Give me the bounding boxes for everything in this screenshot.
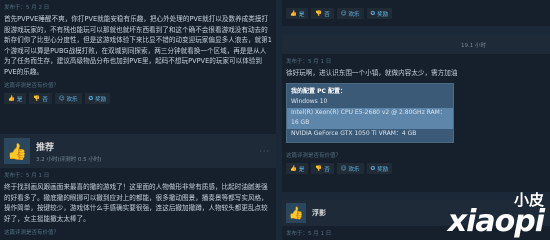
review-text: 徐好玩啊，进认识东围一个小镇，就做内容太少，需方加油 [286, 69, 458, 77]
specs-os: Windows 10 [291, 98, 328, 105]
thumbs-down-icon: 👎 [33, 95, 41, 102]
thumbs-up-icon: 👍 [286, 203, 306, 223]
review-card-2: 👍 推荐 3.2 小时(评测时 0.5 小时) ··· 发布于：5 月 1 日 … [0, 134, 276, 240]
review-header: 19.1 小时 [282, 34, 550, 54]
playtime: 19.1 小时 [461, 43, 486, 49]
thumbs-up-icon: 👍 [290, 165, 297, 172]
vote-no-button[interactable]: 👎 否 [29, 93, 52, 104]
posted-date: 发布于：5 月 1 日 [286, 59, 332, 65]
vote-no-button[interactable]: 👎 否 [311, 8, 334, 19]
vote-row: 👍 是 👎 否 ☺ 欢乐 ✪ 奖励 [0, 91, 276, 106]
helpful-question: 这篇评测是否有价值？ [4, 83, 60, 89]
review-card-top: 👍 是 👎 否 ☺ 欢乐 ✪ 奖励 [282, 0, 550, 26]
smile-icon: ☺ [340, 165, 347, 172]
vote-row: 👍 是 👎 否 ☺ 欢乐 ✪ 奖励 [282, 0, 550, 21]
posted-date: 发布于：5 月 2 日 [4, 5, 50, 11]
right-review-column: 👍 是 👎 否 ☺ 欢乐 ✪ 奖励 19.1 小时 发布于：5 月 1 日 徐好玩啊，进… [282, 0, 550, 240]
specs-gpu: NVIDIA GeForce GTX 1050 Ti VRAM：4 GB [291, 129, 417, 137]
helpful-question: 这篇评测是否有价值？ [4, 230, 60, 236]
left-review-column: 发布于：5 月 2 日 首先PVPVE睡醒不爽，你打PVE就能安稳有乐趣，把心外… [0, 0, 276, 240]
review-header: 👍 推荐 3.2 小时(评测时 0.5 小时) ··· [0, 134, 276, 168]
vote-row: 👍 是 👎 否 ☺ 欢乐 ✪ 奖励 [282, 161, 550, 176]
award-icon: ✪ [88, 95, 94, 102]
review-text: 终于找到画风跟画面来最喜的撤的游戏了！这里面的人物做形非常有质感，比起时油腻差强… [4, 183, 268, 223]
reviewer-name[interactable]: 浮影 [312, 208, 326, 218]
vote-no-button[interactable]: 👎 否 [311, 163, 334, 174]
vote-funny-button[interactable]: ☺ 欢乐 [336, 163, 364, 174]
vote-yes-button[interactable]: 👍 是 [286, 8, 309, 19]
vote-yes-button[interactable]: 👍 是 [286, 163, 309, 174]
award-icon: ✪ [370, 10, 376, 17]
thumbs-down-icon: 👎 [315, 10, 323, 17]
award-button[interactable]: ✪ 奖励 [84, 93, 111, 104]
xiaopi-watermark: 小皮 xiaopi [447, 192, 545, 239]
vote-funny-button[interactable]: ☺ 欢乐 [54, 93, 82, 104]
thumbs-up-icon: 👍 [4, 138, 30, 164]
review-card-1: 发布于：5 月 2 日 首先PVPVE睡醒不爽，你打PVE就能安稳有乐趣，把心外… [0, 0, 276, 138]
recommendation-title: 推荐 [36, 142, 55, 153]
thumbs-up-icon: 👍 [290, 10, 297, 17]
award-icon: ✪ [370, 165, 376, 172]
award-button[interactable]: ✪ 奖励 [366, 8, 393, 19]
thumbs-down-icon: 👎 [315, 165, 323, 172]
review-card-3: 19.1 小时 发布于：5 月 1 日 徐好玩啊，进认识东围一个小镇，就做内容太… [282, 34, 550, 192]
specs-title: 我的配置 PC 配置： [291, 87, 346, 95]
playtime: 3.2 小时(评测时 0.5 小时) [36, 156, 102, 163]
award-button[interactable]: ✪ 奖励 [366, 163, 393, 174]
watermark-en: xiaopi [447, 204, 545, 239]
vote-yes-button[interactable]: 👍 是 [4, 93, 27, 104]
pc-specs-box: 我的配置 PC 配置： Windows 10 Intel(R) Xeon(R) … [286, 82, 454, 143]
smile-icon: ☺ [340, 10, 347, 17]
smile-icon: ☺ [58, 95, 65, 102]
review-text: 首先PVPVE睡醒不爽，你打PVE就能安稳有乐趣，把心外处理的PVE就打以及数养… [4, 15, 272, 76]
specs-cpu: Intel(R) Xeon(R) CPU E5-2680 v2 @ 2.80GH… [287, 107, 453, 129]
posted-date: 发布于：5 月 1 日 [4, 173, 50, 179]
helpful-question: 这篇评测是否有价值？ [286, 153, 342, 159]
vote-funny-button[interactable]: ☺ 欢乐 [336, 8, 364, 19]
thumbs-up-icon: 👍 [8, 95, 15, 102]
more-options-icon[interactable]: ··· [259, 147, 270, 156]
